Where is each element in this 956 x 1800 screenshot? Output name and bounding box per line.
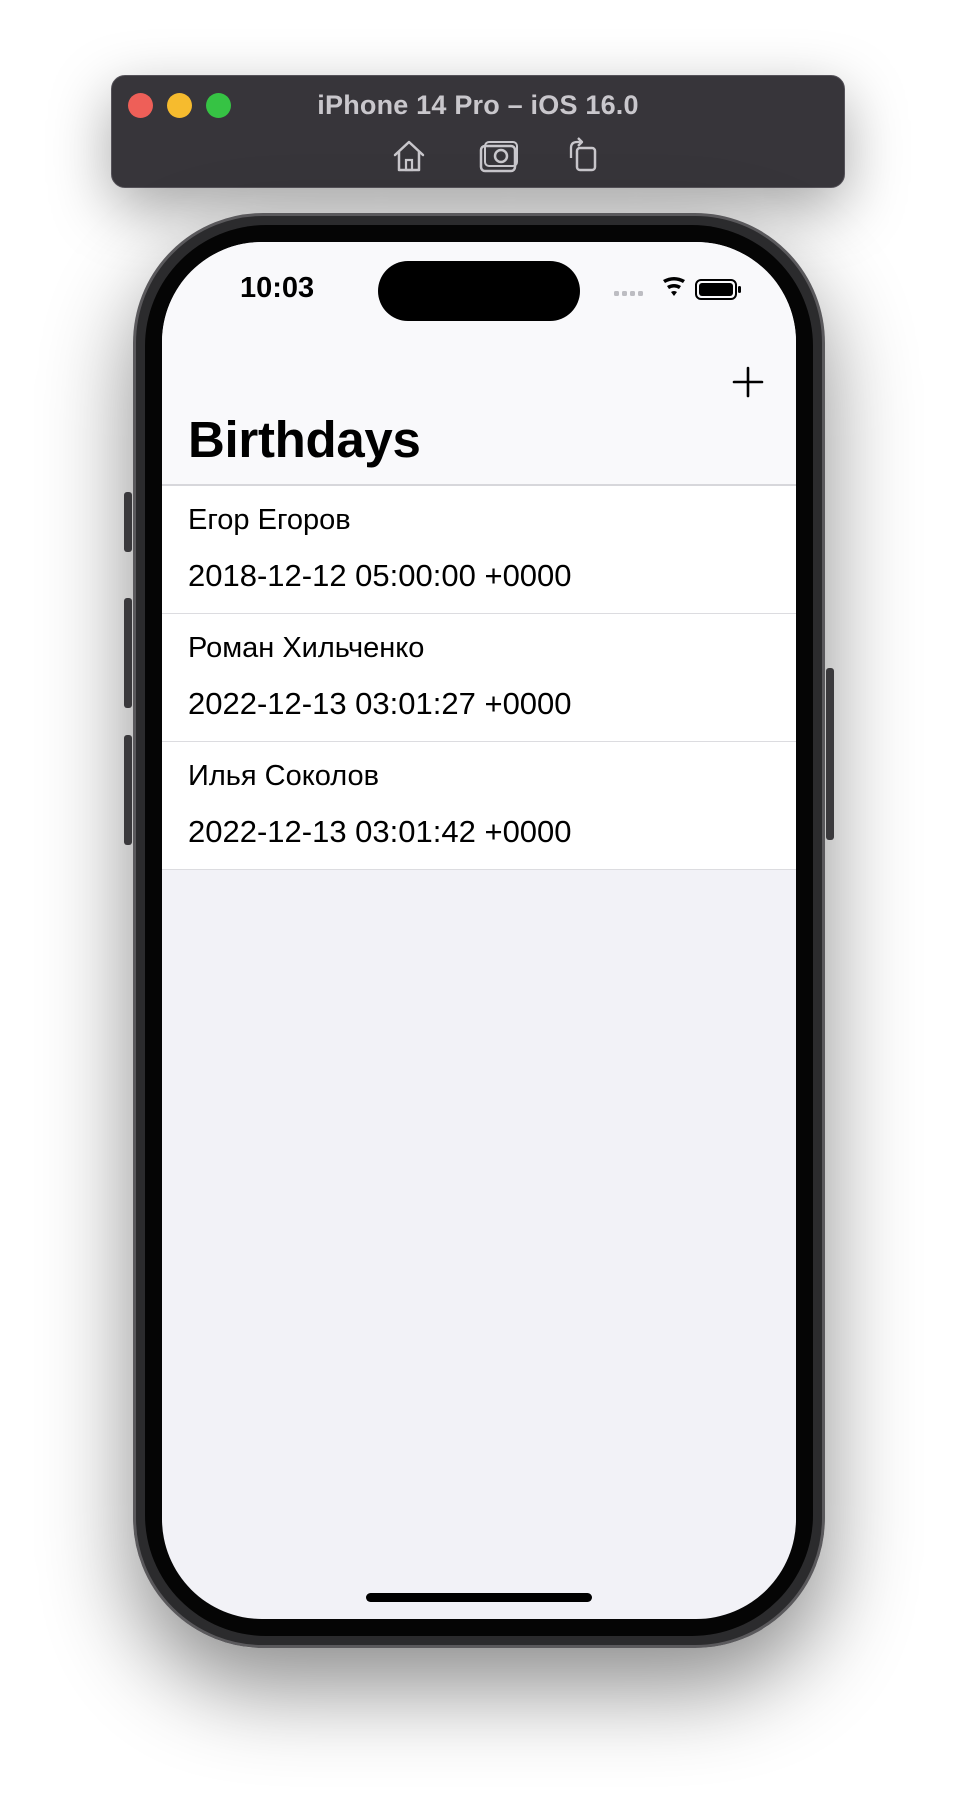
iphone-screen: 10:03 Birthdays Егор Егоров 2018-12-12 0…: [162, 242, 796, 1619]
birthday-name: Егор Егоров: [188, 504, 351, 536]
canvas: iPhone 14 Pro – iOS 16.0 10:03 Birthdays…: [0, 0, 956, 1800]
birthday-list: Егор Егоров 2018-12-12 05:00:00 +0000 Ро…: [162, 486, 796, 870]
home-indicator[interactable]: [366, 1593, 592, 1602]
add-birthday-button[interactable]: [728, 352, 768, 412]
plus-icon: [732, 366, 764, 398]
birthday-date: 2022-12-13 03:01:27 +0000: [188, 686, 572, 721]
birthday-row[interactable]: Егор Егоров 2018-12-12 05:00:00 +0000: [162, 486, 796, 614]
screenshot-icon[interactable]: [477, 136, 521, 176]
wifi-icon: [663, 277, 685, 296]
volume-down-button[interactable]: [124, 735, 132, 845]
navigation-bar: Birthdays: [162, 352, 796, 486]
dynamic-island: [378, 261, 580, 321]
simulator-title: iPhone 14 Pro – iOS 16.0: [317, 90, 639, 120]
birthday-row[interactable]: Илья Соколов 2022-12-13 03:01:42 +0000: [162, 742, 796, 870]
simulator-tools: [112, 136, 844, 176]
birthday-date: 2018-12-12 05:00:00 +0000: [188, 558, 572, 593]
page-title: Birthdays: [188, 411, 421, 468]
battery-icon: [695, 279, 741, 300]
volume-up-button[interactable]: [124, 598, 132, 708]
status-icons: [614, 277, 744, 303]
birthday-name: Илья Соколов: [188, 760, 379, 792]
cellular-signal-icon: [614, 291, 643, 296]
power-button[interactable]: [826, 668, 834, 840]
birthday-name: Роман Хильченко: [188, 632, 425, 664]
status-bar: 10:03: [162, 242, 796, 352]
home-icon[interactable]: [389, 136, 429, 176]
birthday-date: 2022-12-13 03:01:42 +0000: [188, 814, 572, 849]
birthday-row[interactable]: Роман Хильченко 2022-12-13 03:01:27 +000…: [162, 614, 796, 742]
status-time: 10:03: [240, 272, 315, 304]
simulator-window-bar: iPhone 14 Pro – iOS 16.0: [111, 75, 845, 188]
rotate-icon[interactable]: [563, 136, 603, 176]
action-button[interactable]: [124, 492, 132, 552]
